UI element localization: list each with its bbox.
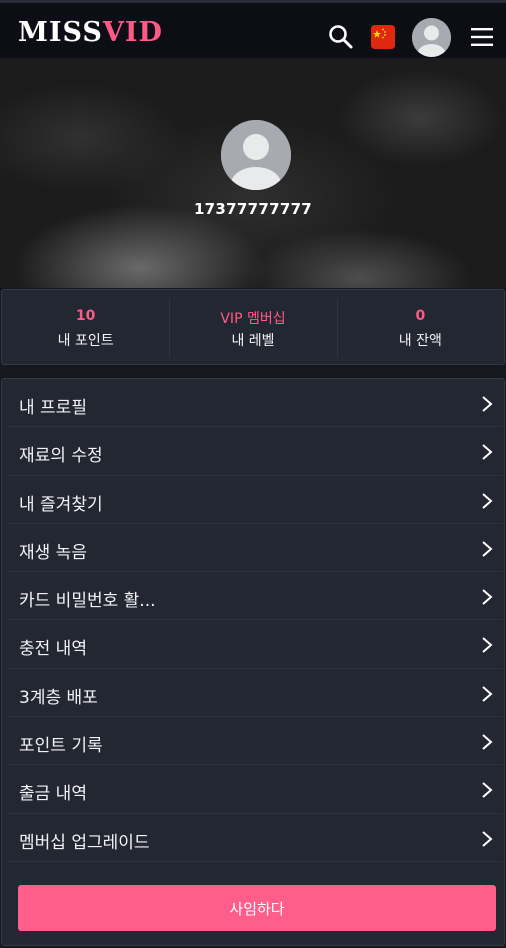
stat-points-value: 10 xyxy=(75,308,96,324)
chevron-right-icon xyxy=(482,589,493,605)
menu-item-label: 내 즐겨찾기 xyxy=(19,494,103,515)
stat-balance-label: 내 잔액 xyxy=(398,333,442,349)
account-menu: 내 프로필 재료의 수정 내 즐겨찾기 재생 녹음 카드 비밀번호 활... 충… xyxy=(1,378,505,946)
logo-text-part2: VID xyxy=(102,17,163,48)
site-logo[interactable]: MISSVID xyxy=(18,17,163,48)
menu-item-label: 충전 내역 xyxy=(19,639,87,660)
stat-points[interactable]: 10 내 포인트 xyxy=(2,290,169,364)
menu-item-label: 3계층 배포 xyxy=(19,687,98,708)
menu-item-points-history[interactable]: 포인트 기록 xyxy=(6,717,502,766)
stat-balance-value: 0 xyxy=(415,308,426,324)
china-flag-icon[interactable] xyxy=(371,25,395,49)
chevron-right-icon xyxy=(482,444,493,461)
top-nav-bar: MISSVID xyxy=(0,0,506,58)
chevron-right-icon xyxy=(482,686,493,702)
menu-item-label: 포인트 기록 xyxy=(19,736,103,757)
menu-item-label: 내 프로필 xyxy=(19,398,87,418)
menu-item-edit-info[interactable]: 재료의 수정 xyxy=(6,427,502,476)
account-stats-panel: 10 내 포인트 VIP 멤버십 내 레벨 0 내 잔액 xyxy=(1,289,505,365)
stat-level-value: VIP 멤버십 xyxy=(220,311,286,327)
menu-item-label: 멤버십 업그레이드 xyxy=(19,832,150,853)
stat-level-label: 내 레벨 xyxy=(231,333,275,349)
menu-item-recharge-history[interactable]: 충전 내역 xyxy=(6,620,502,669)
menu-item-label: 출금 내역 xyxy=(19,784,87,805)
menu-item-label: 재생 녹음 xyxy=(19,542,87,563)
chevron-right-icon xyxy=(482,830,493,847)
hamburger-menu-icon[interactable] xyxy=(471,27,493,47)
menu-item-three-tier-distribution[interactable]: 3계층 배포 xyxy=(6,669,502,718)
logout-button[interactable]: 사임하다 xyxy=(18,885,496,931)
stat-level[interactable]: VIP 멤버십 내 레벨 xyxy=(169,290,336,364)
search-icon[interactable] xyxy=(328,24,354,50)
stat-balance[interactable]: 0 내 잔액 xyxy=(336,290,504,364)
menu-item-card-activation[interactable]: 카드 비밀번호 활... xyxy=(6,572,502,621)
menu-item-withdrawal-history[interactable]: 출금 내역 xyxy=(6,765,502,814)
menu-item-my-profile[interactable]: 내 프로필 xyxy=(6,379,502,428)
chevron-right-icon xyxy=(482,492,493,509)
menu-item-label: 카드 비밀번호 활... xyxy=(19,591,156,612)
stat-points-label: 내 포인트 xyxy=(57,333,114,349)
profile-avatar[interactable] xyxy=(221,120,291,190)
logo-text-part1: MISS xyxy=(18,17,103,48)
menu-item-label: 재료의 수정 xyxy=(19,446,103,467)
user-avatar-icon[interactable] xyxy=(412,18,451,57)
chevron-right-icon xyxy=(482,782,493,799)
chevron-right-icon xyxy=(482,734,493,750)
chevron-right-icon xyxy=(482,637,493,654)
profile-username: 17377777777 xyxy=(193,200,313,218)
menu-item-membership-upgrade[interactable]: 멤버십 업그레이드 xyxy=(6,814,502,862)
menu-item-watch-history[interactable]: 재생 녹음 xyxy=(6,524,502,573)
chevron-right-icon xyxy=(482,396,493,412)
menu-item-favorites[interactable]: 내 즐겨찾기 xyxy=(6,476,502,524)
profile-banner: 17377777777 xyxy=(0,58,506,288)
chevron-right-icon xyxy=(482,541,493,557)
